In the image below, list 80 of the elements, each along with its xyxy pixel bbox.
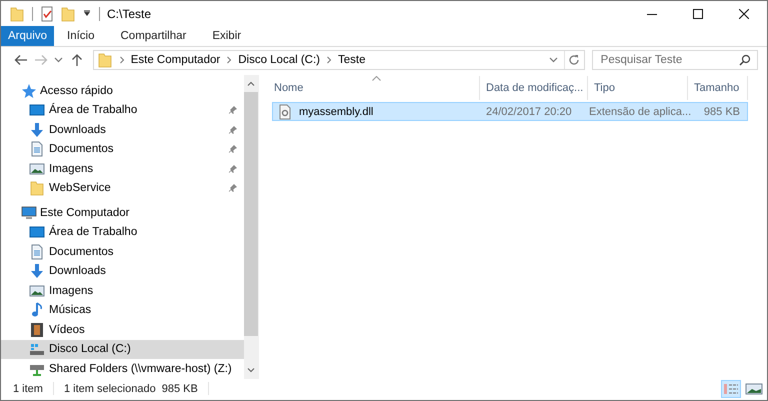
scroll-down-icon <box>247 368 255 372</box>
column-header[interactable]: Tamanho <box>688 76 748 100</box>
selection-size: 985 KB <box>162 382 198 394</box>
music-note-icon <box>29 302 45 318</box>
desktop-icon <box>29 102 45 118</box>
forward-arrow-icon <box>34 54 48 66</box>
caret-icon <box>83 10 91 18</box>
ribbon-tab[interactable]: Exibir <box>199 26 254 46</box>
scroll-up-icon <box>247 81 255 86</box>
ribbon-tab[interactable]: Compartilhar <box>108 26 200 46</box>
nav-item[interactable]: Imagens <box>1 159 244 178</box>
chevron-right-icon <box>326 56 332 64</box>
window-title: C:\Teste <box>107 6 152 20</box>
file-name: myassembly.dll <box>299 106 374 118</box>
maximize-icon <box>693 8 703 18</box>
column-header[interactable]: Data de modificaç... <box>480 76 588 100</box>
picture-icon <box>745 380 763 396</box>
nav-item[interactable]: Vídeos <box>1 320 244 340</box>
details-view-button[interactable] <box>721 380 741 398</box>
search-placeholder: Pesquisar Teste <box>600 54 684 66</box>
chevron-right-icon <box>118 56 125 64</box>
star-icon <box>21 82 37 99</box>
film-icon <box>29 322 45 338</box>
breadcrumb[interactable]: Este Computador <box>130 54 220 66</box>
pin-icon <box>228 183 238 194</box>
up-arrow-icon <box>70 53 83 67</box>
folder-icon <box>29 180 45 196</box>
properties-icon <box>40 6 54 22</box>
folder-icon <box>60 6 76 22</box>
search-field[interactable]: Pesquisar Teste <box>592 50 758 70</box>
nav-item[interactable]: Downloads <box>1 262 244 281</box>
picture-icon <box>29 160 45 177</box>
nav-item[interactable]: Downloads <box>1 120 244 140</box>
folder-icon <box>9 6 25 22</box>
address-bar[interactable]: Este Computador Disco Local (C:) Teste <box>92 50 585 70</box>
item-count: 1 item <box>13 382 43 394</box>
drive-icon <box>29 341 45 358</box>
download-arrow-icon <box>29 263 45 280</box>
file-type: Extensão de aplica... <box>588 106 691 118</box>
refresh-icon <box>568 54 580 66</box>
chevron-down-icon <box>54 57 64 63</box>
selection-info: 1 item selecionado <box>64 382 156 394</box>
pin-icon <box>228 105 238 116</box>
folder-icon <box>96 52 113 68</box>
pin-icon <box>228 144 238 154</box>
nav-item[interactable]: Músicas <box>1 300 244 320</box>
chevron-right-icon <box>226 56 232 64</box>
desktop-icon <box>29 224 45 240</box>
picture-icon <box>29 282 45 299</box>
modified-date: 24/02/2017 20:20 <box>485 106 573 118</box>
column-header[interactable]: Tipo <box>588 76 688 100</box>
scrollbar[interactable] <box>244 75 258 378</box>
nav-item[interactable]: Shared Folders (\\vmware-host) (Z:) <box>1 359 244 378</box>
search-icon <box>739 54 752 66</box>
nav-item[interactable]: Este Computador <box>1 203 244 222</box>
download-arrow-icon <box>29 122 45 138</box>
monitor-icon <box>21 204 37 221</box>
file-row[interactable]: myassembly.dll 24/02/2017 20:20 Extensão de aplica... 985 KB <box>272 102 748 121</box>
pin-icon <box>228 164 238 174</box>
pin-icon <box>228 124 238 135</box>
ribbon-tab[interactable]: Início <box>54 26 108 46</box>
close-icon <box>739 8 749 18</box>
column-header[interactable]: Nome <box>268 76 480 100</box>
file-menu-tab[interactable]: Arquivo <box>1 26 54 46</box>
breadcrumb[interactable]: Teste <box>338 54 366 66</box>
nav-item[interactable]: Documentos <box>1 242 244 262</box>
nav-item[interactable]: Acesso rápido <box>1 81 244 100</box>
breadcrumb[interactable]: Disco Local (C:) <box>238 54 320 66</box>
nav-item[interactable]: Disco Local (C:) <box>1 340 244 359</box>
nav-item[interactable]: Imagens <box>1 281 244 300</box>
document-icon <box>29 141 45 158</box>
document-icon <box>29 244 45 260</box>
chevron-down-icon <box>549 57 558 63</box>
file-size: 985 KB <box>702 106 741 118</box>
dll-file-icon <box>277 104 293 120</box>
nav-item[interactable]: WebService <box>1 178 244 198</box>
nav-item[interactable]: Documentos <box>1 140 244 159</box>
nav-item[interactable]: Área de Trabalho <box>1 100 244 120</box>
nav-item[interactable]: Área de Trabalho <box>1 222 244 242</box>
back-arrow-icon <box>14 54 28 66</box>
